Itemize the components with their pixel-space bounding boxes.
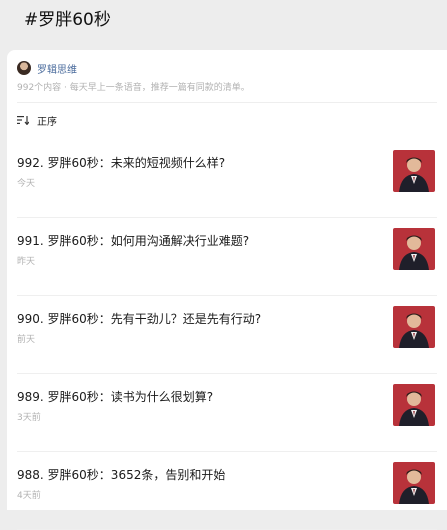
divider <box>17 102 437 103</box>
list-item[interactable]: 991. 罗胖60秒：如何用沟通解决行业难题? 昨天 <box>17 218 437 296</box>
episode-thumbnail[interactable] <box>393 462 435 504</box>
list-item[interactable]: 988. 罗胖60秒：3652条，告别和开始 4天前 <box>17 452 437 530</box>
episode-date: 3天前 <box>17 413 41 423</box>
episode-date: 4天前 <box>17 491 41 501</box>
list-item[interactable]: 989. 罗胖60秒：读书为什么很划算? 3天前 <box>17 374 437 452</box>
episode-title[interactable]: 988. 罗胖60秒：3652条，告别和开始 <box>17 466 225 483</box>
episode-title[interactable]: 992. 罗胖60秒：未来的短视频什么样? <box>17 154 225 171</box>
episode-list: 992. 罗胖60秒：未来的短视频什么样? 今天 991. 罗胖60秒：如何用沟… <box>7 140 447 530</box>
episode-date: 前天 <box>17 335 36 345</box>
episode-title[interactable]: 990. 罗胖60秒：先有干劲儿？还是先有行动? <box>17 310 261 327</box>
sort-toggle[interactable]: 正序 <box>17 112 57 128</box>
account-description: 992个内容 · 每天早上一条语音，推荐一篇有同款的清单。 <box>17 83 250 93</box>
page-title: #罗胖60秒 <box>24 10 111 30</box>
episode-thumbnail[interactable] <box>393 306 435 348</box>
account-name[interactable]: 罗辑思维 <box>37 61 77 76</box>
episode-title[interactable]: 991. 罗胖60秒：如何用沟通解决行业难题? <box>17 232 249 249</box>
playlist-card: 罗辑思维 992个内容 · 每天早上一条语音，推荐一篇有同款的清单。 正序 99… <box>7 50 447 530</box>
episode-title[interactable]: 989. 罗胖60秒：读书为什么很划算? <box>17 388 213 405</box>
list-item[interactable]: 990. 罗胖60秒：先有干劲儿？还是先有行动? 前天 <box>17 296 437 374</box>
list-item[interactable]: 992. 罗胖60秒：未来的短视频什么样? 今天 <box>17 140 437 218</box>
account-row[interactable]: 罗辑思维 <box>17 60 77 76</box>
sort-label: 正序 <box>37 116 57 128</box>
avatar[interactable] <box>17 61 31 75</box>
episode-date: 昨天 <box>17 257 36 267</box>
episode-thumbnail[interactable] <box>393 228 435 270</box>
episode-thumbnail[interactable] <box>393 384 435 426</box>
episode-thumbnail[interactable] <box>393 150 435 192</box>
sort-icon <box>17 116 29 125</box>
episode-date: 今天 <box>17 179 36 189</box>
